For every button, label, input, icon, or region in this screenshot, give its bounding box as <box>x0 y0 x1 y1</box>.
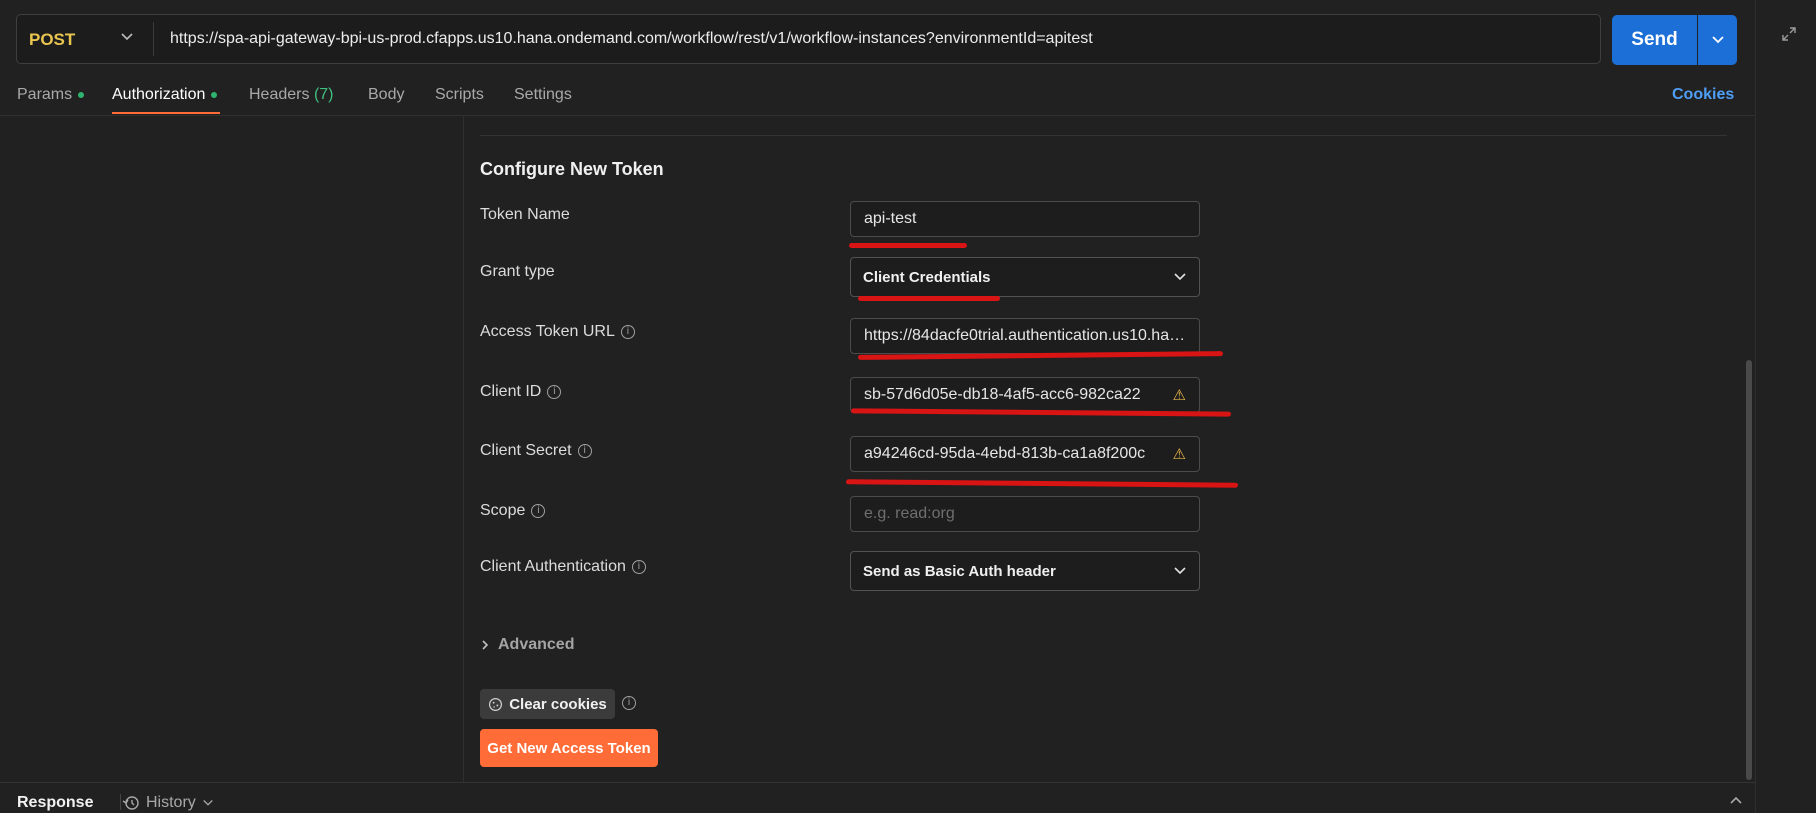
label-text: Scope <box>480 502 526 519</box>
info-icon[interactable]: i <box>577 444 592 458</box>
info-icon[interactable]: i <box>531 504 546 518</box>
history-icon <box>122 796 139 810</box>
chevron-down-icon <box>1174 273 1186 281</box>
divider <box>120 794 121 810</box>
headers-count: (7) <box>313 86 334 103</box>
annotation-underline <box>845 479 1239 488</box>
active-tab-indicator <box>112 112 220 114</box>
chevron-right-icon <box>482 640 489 650</box>
divider <box>0 115 1755 116</box>
field-value: a94246cd-95da-4ebd-813b-ca1a8f200c <box>864 445 1146 462</box>
scope-input[interactable]: e.g. read:org <box>850 496 1200 532</box>
label-text: Client Secret <box>480 442 572 459</box>
info-icon[interactable]: i <box>622 696 636 710</box>
field-value: https://84dacfe0trial.authentication.us1… <box>864 327 1186 344</box>
method-select[interactable]: POST <box>29 30 75 50</box>
field-value: api-test <box>864 210 917 227</box>
label-text: Access Token URL <box>480 323 615 340</box>
divider <box>480 135 1727 136</box>
client-id-label: Client ID i <box>480 383 562 401</box>
tab-authorization[interactable]: Authorization <box>112 86 218 104</box>
section-title: Configure New Token <box>480 159 664 179</box>
token-name-input[interactable]: api-test <box>850 201 1200 237</box>
warning-icon: ⚠ <box>1172 445 1186 463</box>
expand-icon[interactable] <box>1781 26 1797 42</box>
annotation-underline <box>849 243 967 248</box>
panel-divider <box>1755 0 1756 813</box>
client-id-input[interactable]: sb-57d6d05e-db18-4af5-acc6-982ca22 ⚠ <box>850 377 1200 413</box>
status-dot <box>211 91 218 98</box>
send-options-button[interactable] <box>1698 15 1737 65</box>
select-value: Send as Basic Auth header <box>863 562 1056 580</box>
tab-label: Params <box>17 86 73 103</box>
client-secret-label: Client Secret i <box>480 442 592 460</box>
tab-params[interactable]: Params <box>17 86 85 104</box>
annotation-underline <box>858 296 1000 301</box>
tab-headers[interactable]: Headers (7) <box>249 86 334 104</box>
access-token-url-input[interactable]: https://84dacfe0trial.authentication.us1… <box>850 318 1200 354</box>
label-text: Client ID <box>480 383 542 400</box>
field-value: sb-57d6d05e-db18-4af5-acc6-982ca22 <box>864 386 1141 403</box>
field-placeholder: e.g. read:org <box>864 505 955 522</box>
status-dot <box>78 91 85 98</box>
divider <box>463 116 464 782</box>
tab-settings[interactable]: Settings <box>514 86 572 104</box>
label-text: Client Authentication <box>480 558 626 575</box>
tab-label: Authorization <box>112 86 206 103</box>
button-label: Clear cookies <box>509 695 607 713</box>
chevron-down-icon <box>1174 567 1186 575</box>
scope-label: Scope i <box>480 502 546 520</box>
history-tab[interactable]: History <box>122 794 214 812</box>
client-auth-label: Client Authentication i <box>480 558 646 576</box>
select-value: Client Credentials <box>863 268 991 286</box>
grant-type-label: Grant type <box>480 263 555 281</box>
scrollbar-thumb[interactable] <box>1746 360 1752 780</box>
token-name-label: Token Name <box>480 206 570 224</box>
send-button[interactable]: Send <box>1612 15 1697 65</box>
label-text: Token Name <box>480 206 570 223</box>
history-label: History <box>146 794 196 811</box>
client-auth-select[interactable]: Send as Basic Auth header <box>850 551 1200 591</box>
info-icon[interactable]: i <box>631 560 646 574</box>
chevron-down-icon[interactable] <box>120 30 134 44</box>
response-tab[interactable]: Response <box>17 794 93 812</box>
divider <box>0 782 1755 783</box>
label-text: Grant type <box>480 263 555 280</box>
cookies-link[interactable]: Cookies <box>1672 86 1734 104</box>
advanced-label: Advanced <box>498 636 575 653</box>
advanced-toggle[interactable]: Advanced <box>480 636 574 654</box>
url-input[interactable]: https://spa-api-gateway-bpi-us-prod.cfap… <box>170 30 1093 48</box>
tab-label: Headers <box>249 86 310 103</box>
info-icon[interactable]: i <box>547 385 562 399</box>
cookie-icon <box>489 697 503 711</box>
tab-scripts[interactable]: Scripts <box>435 86 484 104</box>
chevron-down-icon <box>203 799 213 806</box>
divider <box>153 22 154 56</box>
access-token-url-label: Access Token URL i <box>480 323 635 341</box>
tab-body[interactable]: Body <box>368 86 404 104</box>
clear-cookies-button[interactable]: Clear cookies <box>480 689 615 719</box>
grant-type-select[interactable]: Client Credentials <box>850 257 1200 297</box>
warning-icon: ⚠ <box>1172 386 1186 404</box>
client-secret-input[interactable]: a94246cd-95da-4ebd-813b-ca1a8f200c ⚠ <box>850 436 1200 472</box>
chevron-down-icon <box>1711 36 1724 44</box>
get-new-access-token-button[interactable]: Get New Access Token <box>480 729 658 767</box>
info-icon[interactable]: i <box>620 325 635 339</box>
chevron-up-icon[interactable] <box>1729 793 1743 807</box>
